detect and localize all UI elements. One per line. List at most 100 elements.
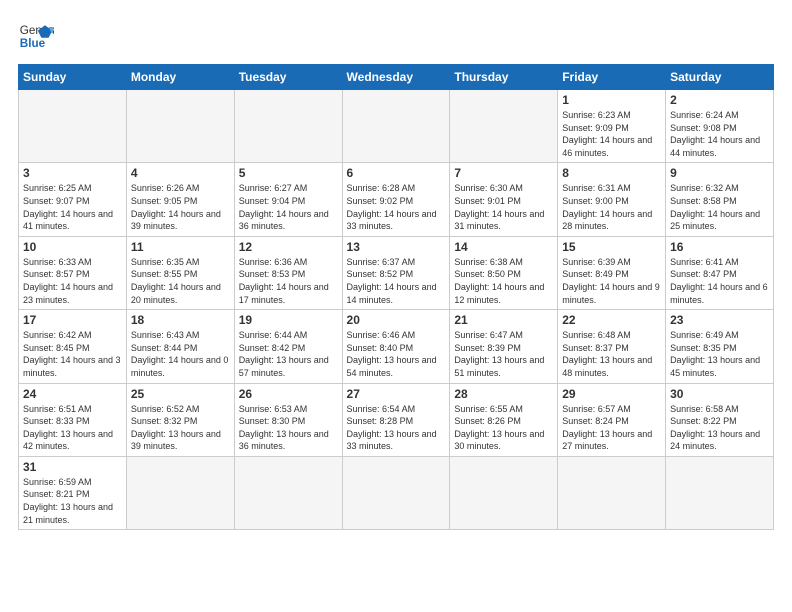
- day-number: 27: [347, 387, 446, 401]
- day-info: Sunrise: 6:46 AM Sunset: 8:40 PM Dayligh…: [347, 329, 446, 379]
- calendar-week-row: 17Sunrise: 6:42 AM Sunset: 8:45 PM Dayli…: [19, 310, 774, 383]
- day-number: 9: [670, 166, 769, 180]
- day-info: Sunrise: 6:43 AM Sunset: 8:44 PM Dayligh…: [131, 329, 230, 379]
- weekday-header-friday: Friday: [558, 65, 666, 90]
- day-info: Sunrise: 6:58 AM Sunset: 8:22 PM Dayligh…: [670, 403, 769, 453]
- day-number: 28: [454, 387, 553, 401]
- day-number: 8: [562, 166, 661, 180]
- day-info: Sunrise: 6:57 AM Sunset: 8:24 PM Dayligh…: [562, 403, 661, 453]
- day-number: 10: [23, 240, 122, 254]
- weekday-header-monday: Monday: [126, 65, 234, 90]
- day-number: 15: [562, 240, 661, 254]
- day-number: 22: [562, 313, 661, 327]
- calendar-cell: 23Sunrise: 6:49 AM Sunset: 8:35 PM Dayli…: [666, 310, 774, 383]
- day-number: 24: [23, 387, 122, 401]
- day-info: Sunrise: 6:38 AM Sunset: 8:50 PM Dayligh…: [454, 256, 553, 306]
- day-number: 3: [23, 166, 122, 180]
- calendar-cell: 9 Sunrise: 6:32 AM Sunset: 8:58 PM Daylig…: [666, 163, 774, 236]
- page: General Blue SundayMondayTuesdayWednesda…: [0, 0, 792, 612]
- calendar-cell: 28 Sunrise: 6:55 AM Sunset: 8:26 PM Dayli…: [450, 383, 558, 456]
- calendar-cell: 25Sunrise: 6:52 AM Sunset: 8:32 PM Dayli…: [126, 383, 234, 456]
- calendar-cell: 21Sunrise: 6:47 AM Sunset: 8:39 PM Dayli…: [450, 310, 558, 383]
- weekday-header-sunday: Sunday: [19, 65, 127, 90]
- day-number: 1: [562, 93, 661, 107]
- day-info: Sunrise: 6:36 AM Sunset: 8:53 PM Dayligh…: [239, 256, 338, 306]
- day-info: Sunrise: 6:37 AM Sunset: 8:52 PM Dayligh…: [347, 256, 446, 306]
- calendar-cell: 8 Sunrise: 6:31 AM Sunset: 9:00 PM Daylig…: [558, 163, 666, 236]
- calendar-cell: 11 Sunrise: 6:35 AM Sunset: 8:55 PM Dayli…: [126, 236, 234, 309]
- calendar-cell: 12 Sunrise: 6:36 AM Sunset: 8:53 PM Dayli…: [234, 236, 342, 309]
- day-info: Sunrise: 6:48 AM Sunset: 8:37 PM Dayligh…: [562, 329, 661, 379]
- calendar-cell: [126, 90, 234, 163]
- day-number: 18: [131, 313, 230, 327]
- day-number: 2: [670, 93, 769, 107]
- day-number: 29: [562, 387, 661, 401]
- calendar-cell: 4Sunrise: 6:26 AM Sunset: 9:05 PM Daylig…: [126, 163, 234, 236]
- day-number: 7: [454, 166, 553, 180]
- calendar-cell: 18 Sunrise: 6:43 AM Sunset: 8:44 PM Dayli…: [126, 310, 234, 383]
- day-info: Sunrise: 6:42 AM Sunset: 8:45 PM Dayligh…: [23, 329, 122, 379]
- day-info: Sunrise: 6:31 AM Sunset: 9:00 PM Dayligh…: [562, 182, 661, 232]
- day-info: Sunrise: 6:51 AM Sunset: 8:33 PM Dayligh…: [23, 403, 122, 453]
- calendar-cell: 1 Sunrise: 6:23 AM Sunset: 9:09 PM Daylig…: [558, 90, 666, 163]
- day-number: 19: [239, 313, 338, 327]
- weekday-header-wednesday: Wednesday: [342, 65, 450, 90]
- day-info: Sunrise: 6:28 AM Sunset: 9:02 PM Dayligh…: [347, 182, 446, 232]
- day-number: 6: [347, 166, 446, 180]
- day-info: Sunrise: 6:23 AM Sunset: 9:09 PM Dayligh…: [562, 109, 661, 159]
- calendar-cell: [126, 456, 234, 529]
- calendar-cell: 27 Sunrise: 6:54 AM Sunset: 8:28 PM Dayli…: [342, 383, 450, 456]
- day-info: Sunrise: 6:55 AM Sunset: 8:26 PM Dayligh…: [454, 403, 553, 453]
- calendar-cell: 17Sunrise: 6:42 AM Sunset: 8:45 PM Dayli…: [19, 310, 127, 383]
- day-number: 4: [131, 166, 230, 180]
- calendar-cell: 15 Sunrise: 6:39 AM Sunset: 8:49 PM Dayli…: [558, 236, 666, 309]
- calendar-cell: 31Sunrise: 6:59 AM Sunset: 8:21 PM Dayli…: [19, 456, 127, 529]
- day-info: Sunrise: 6:33 AM Sunset: 8:57 PM Dayligh…: [23, 256, 122, 306]
- day-info: Sunrise: 6:32 AM Sunset: 8:58 PM Dayligh…: [670, 182, 769, 232]
- day-info: Sunrise: 6:35 AM Sunset: 8:55 PM Dayligh…: [131, 256, 230, 306]
- calendar-cell: [450, 456, 558, 529]
- day-info: Sunrise: 6:39 AM Sunset: 8:49 PM Dayligh…: [562, 256, 661, 306]
- day-info: Sunrise: 6:59 AM Sunset: 8:21 PM Dayligh…: [23, 476, 122, 526]
- calendar-cell: 20 Sunrise: 6:46 AM Sunset: 8:40 PM Dayli…: [342, 310, 450, 383]
- calendar-cell: 10 Sunrise: 6:33 AM Sunset: 8:57 PM Dayli…: [19, 236, 127, 309]
- calendar-cell: [19, 90, 127, 163]
- calendar-cell: [666, 456, 774, 529]
- calendar-cell: 29 Sunrise: 6:57 AM Sunset: 8:24 PM Dayli…: [558, 383, 666, 456]
- svg-text:Blue: Blue: [20, 37, 46, 50]
- logo: General Blue: [18, 18, 54, 54]
- day-number: 5: [239, 166, 338, 180]
- calendar-cell: [342, 90, 450, 163]
- calendar-cell: 24 Sunrise: 6:51 AM Sunset: 8:33 PM Dayli…: [19, 383, 127, 456]
- calendar-cell: 6 Sunrise: 6:28 AM Sunset: 9:02 PM Daylig…: [342, 163, 450, 236]
- calendar-cell: [342, 456, 450, 529]
- day-number: 20: [347, 313, 446, 327]
- day-info: Sunrise: 6:44 AM Sunset: 8:42 PM Dayligh…: [239, 329, 338, 379]
- weekday-header-row: SundayMondayTuesdayWednesdayThursdayFrid…: [19, 65, 774, 90]
- calendar-cell: 14Sunrise: 6:38 AM Sunset: 8:50 PM Dayli…: [450, 236, 558, 309]
- calendar-cell: 13 Sunrise: 6:37 AM Sunset: 8:52 PM Dayli…: [342, 236, 450, 309]
- day-info: Sunrise: 6:27 AM Sunset: 9:04 PM Dayligh…: [239, 182, 338, 232]
- calendar-cell: 3 Sunrise: 6:25 AM Sunset: 9:07 PM Daylig…: [19, 163, 127, 236]
- calendar-cell: 2 Sunrise: 6:24 AM Sunset: 9:08 PM Daylig…: [666, 90, 774, 163]
- day-number: 26: [239, 387, 338, 401]
- day-info: Sunrise: 6:24 AM Sunset: 9:08 PM Dayligh…: [670, 109, 769, 159]
- day-number: 12: [239, 240, 338, 254]
- day-info: Sunrise: 6:54 AM Sunset: 8:28 PM Dayligh…: [347, 403, 446, 453]
- day-number: 30: [670, 387, 769, 401]
- weekday-header-saturday: Saturday: [666, 65, 774, 90]
- calendar-cell: [234, 456, 342, 529]
- calendar-week-row: 24 Sunrise: 6:51 AM Sunset: 8:33 PM Dayli…: [19, 383, 774, 456]
- day-info: Sunrise: 6:25 AM Sunset: 9:07 PM Dayligh…: [23, 182, 122, 232]
- calendar-cell: 26 Sunrise: 6:53 AM Sunset: 8:30 PM Dayli…: [234, 383, 342, 456]
- calendar-cell: [234, 90, 342, 163]
- calendar-cell: 16Sunrise: 6:41 AM Sunset: 8:47 PM Dayli…: [666, 236, 774, 309]
- calendar-cell: 19 Sunrise: 6:44 AM Sunset: 8:42 PM Dayli…: [234, 310, 342, 383]
- day-info: Sunrise: 6:53 AM Sunset: 8:30 PM Dayligh…: [239, 403, 338, 453]
- calendar-cell: [558, 456, 666, 529]
- day-number: 13: [347, 240, 446, 254]
- day-number: 11: [131, 240, 230, 254]
- calendar-week-row: 3 Sunrise: 6:25 AM Sunset: 9:07 PM Daylig…: [19, 163, 774, 236]
- day-info: Sunrise: 6:30 AM Sunset: 9:01 PM Dayligh…: [454, 182, 553, 232]
- day-info: Sunrise: 6:52 AM Sunset: 8:32 PM Dayligh…: [131, 403, 230, 453]
